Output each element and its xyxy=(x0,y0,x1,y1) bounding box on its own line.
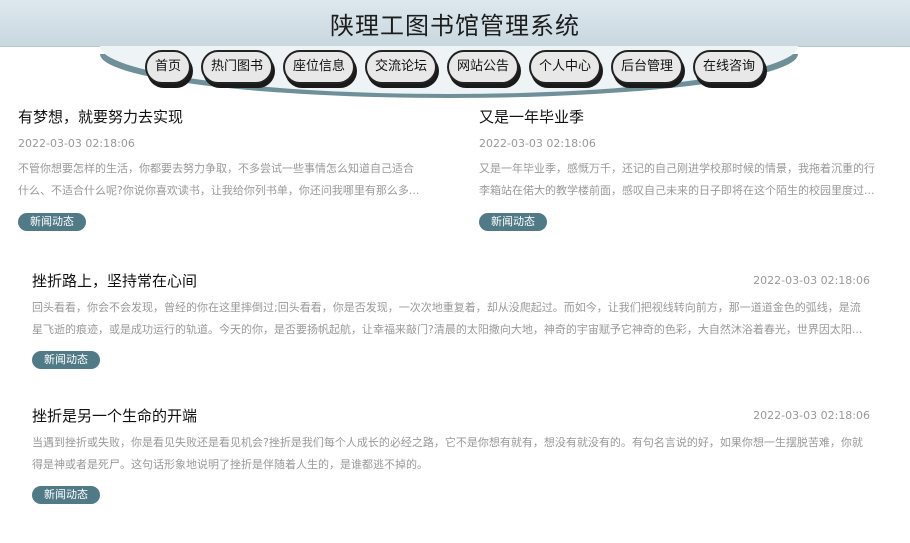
nav-hot-books[interactable]: 热门图书 xyxy=(200,50,273,84)
main-nav: 首页 热门图书 座位信息 交流论坛 网站公告 个人中心 后台管理 在线咨询 xyxy=(0,50,910,90)
post-excerpt: 当遇到挫折或失败，你是看见失败还是看见机会?挫折是我们每个人成长的必经之路，它不… xyxy=(32,436,863,471)
nav-user-center[interactable]: 个人中心 xyxy=(529,50,602,84)
post-card[interactable]: 挫折是另一个生命的开端 2022-03-03 02:18:06 当遇到挫折或失败… xyxy=(32,405,870,504)
post-excerpt: 回头看看，你会不会发现，曾经的你在这里摔倒过;回头看看，你是否发现，一次次地重复… xyxy=(32,301,863,336)
category-badge[interactable]: 新闻动态 xyxy=(32,486,100,504)
nav-home[interactable]: 首页 xyxy=(144,50,191,84)
post-card[interactable]: 又是一年毕业季 2022-03-03 02:18:06 又是一年毕业季，感慨万千… xyxy=(479,106,879,231)
post-title[interactable]: 挫折路上，坚持常在心间 xyxy=(32,270,197,291)
nav-online-consult[interactable]: 在线咨询 xyxy=(693,50,766,84)
post-date: 2022-03-03 02:18:06 xyxy=(753,274,870,287)
post-title[interactable]: 挫折是另一个生命的开端 xyxy=(32,405,197,426)
category-badge[interactable]: 新闻动态 xyxy=(479,213,547,231)
category-badge[interactable]: 新闻动态 xyxy=(18,213,86,231)
nav-admin[interactable]: 后台管理 xyxy=(611,50,684,84)
post-excerpt: 又是一年毕业季，感慨万千，还记的自己刚进学校那时候的情景，我拖着沉重的行李箱站在… xyxy=(479,162,875,197)
nav-announcements[interactable]: 网站公告 xyxy=(447,50,520,84)
post-date: 2022-03-03 02:18:06 xyxy=(753,409,870,422)
post-title[interactable]: 有梦想，就要努力去实现 xyxy=(18,106,423,127)
post-card[interactable]: 挫折路上，坚持常在心间 2022-03-03 02:18:06 回头看看，你会不… xyxy=(32,270,870,369)
site-header: 陕理工图书馆管理系统 xyxy=(0,0,910,47)
post-date: 2022-03-03 02:18:06 xyxy=(18,137,135,150)
post-title[interactable]: 又是一年毕业季 xyxy=(479,106,879,127)
category-badge[interactable]: 新闻动态 xyxy=(32,351,100,369)
nav-seat-info[interactable]: 座位信息 xyxy=(282,50,355,84)
nav-forum[interactable]: 交流论坛 xyxy=(364,50,437,84)
post-card[interactable]: 有梦想，就要努力去实现 2022-03-03 02:18:06 不管你想要怎样的… xyxy=(18,106,423,231)
post-date: 2022-03-03 02:18:06 xyxy=(479,137,596,150)
post-excerpt: 不管你想要怎样的生活，你都要去努力争取，不多尝试一些事情怎么知道自己适合什么、不… xyxy=(18,162,420,197)
site-title: 陕理工图书馆管理系统 xyxy=(330,12,580,40)
